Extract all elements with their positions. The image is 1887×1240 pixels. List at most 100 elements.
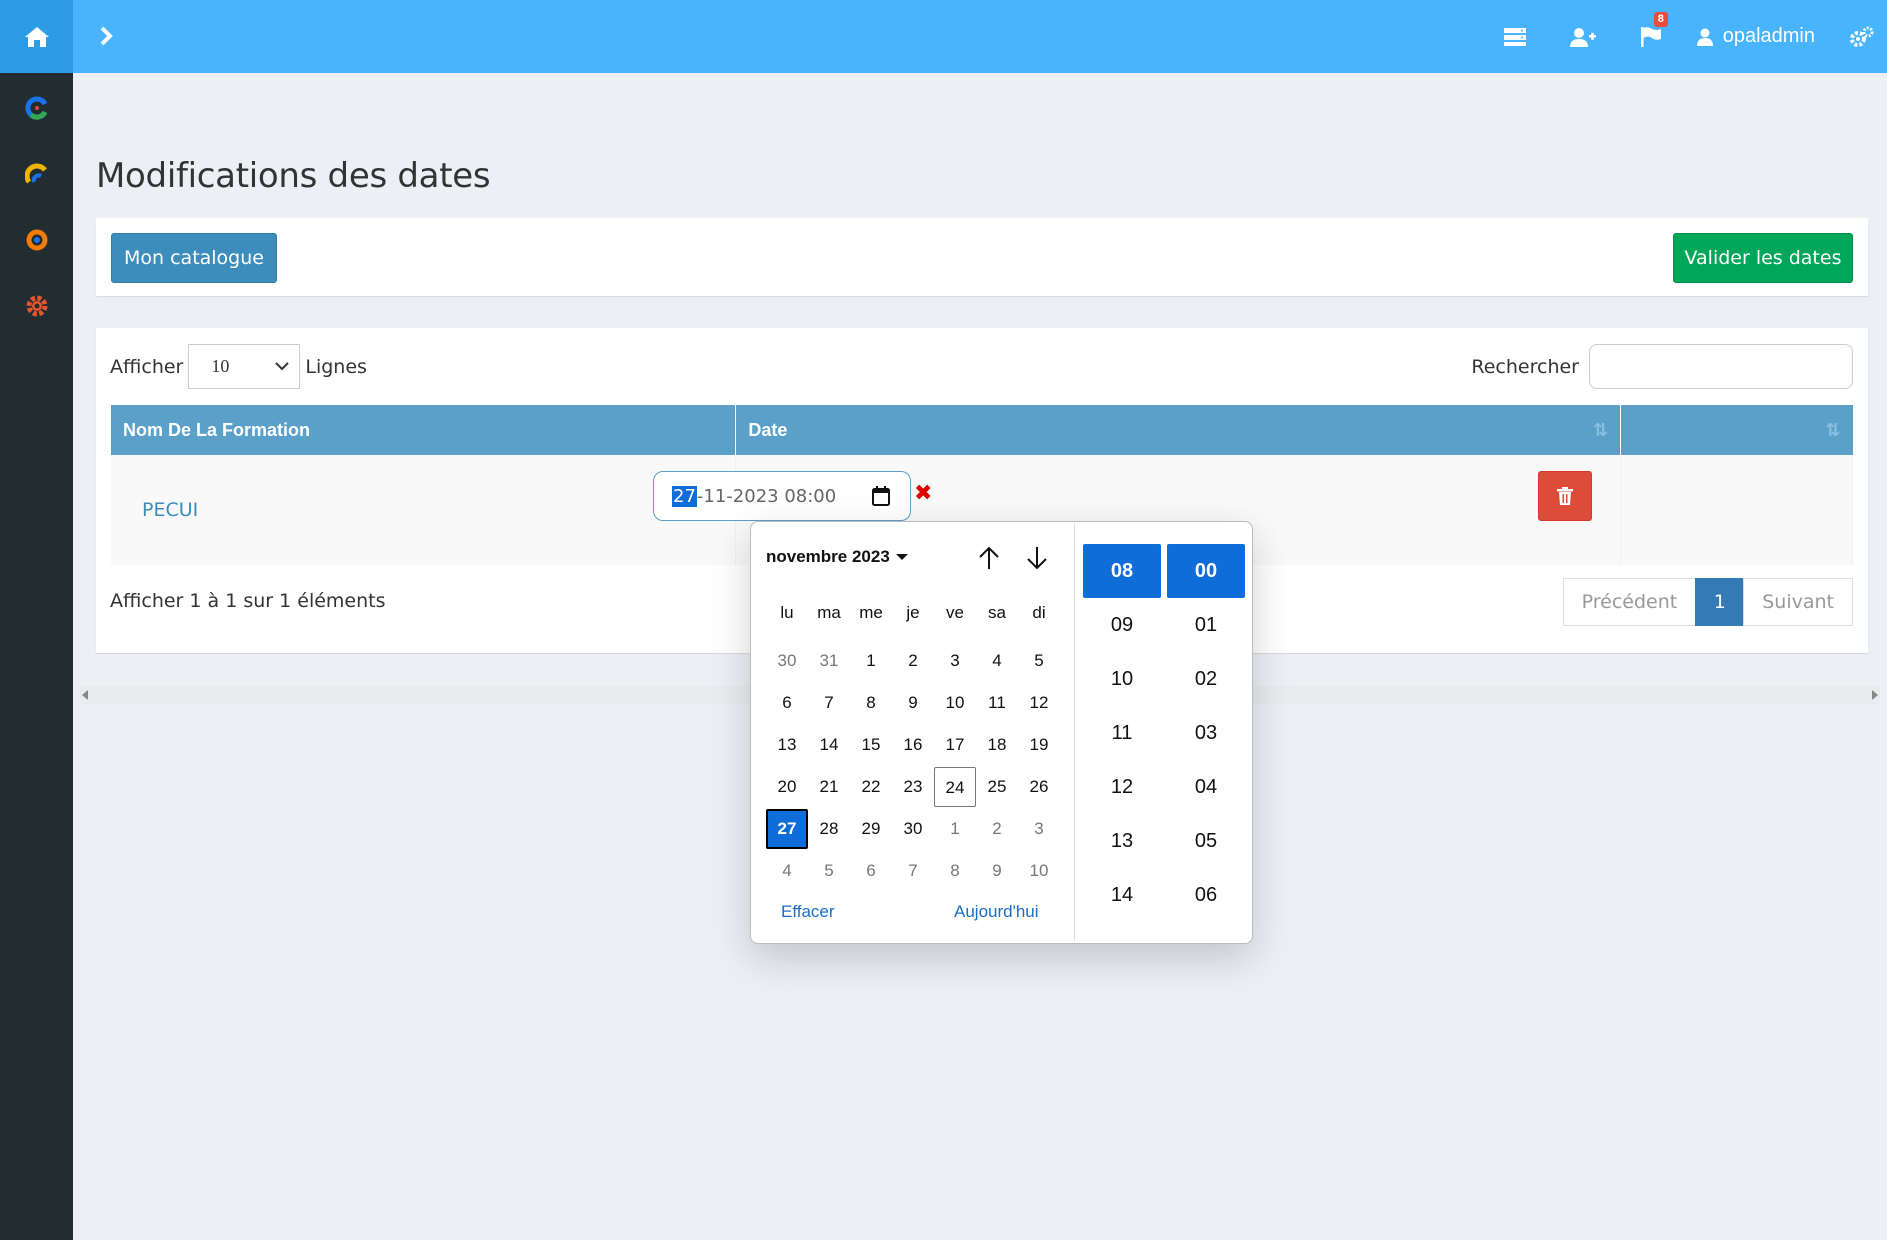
column-header-actions[interactable]: ⇅ bbox=[1620, 405, 1853, 455]
calendar-day[interactable]: 8 bbox=[934, 851, 976, 891]
server-button[interactable] bbox=[1481, 0, 1549, 73]
calendar-day[interactable]: 2 bbox=[976, 809, 1018, 849]
catalogue-button[interactable]: Mon catalogue bbox=[111, 233, 277, 283]
minute-option[interactable]: 04 bbox=[1167, 760, 1245, 814]
hour-option[interactable]: 09 bbox=[1083, 598, 1161, 652]
scroll-left-arrow-icon[interactable] bbox=[82, 690, 88, 700]
minute-option[interactable]: 06 bbox=[1167, 868, 1245, 922]
sidebar-item-app-arc[interactable] bbox=[0, 141, 73, 207]
arc-logo-icon bbox=[24, 163, 47, 184]
next-month-button[interactable] bbox=[1023, 544, 1051, 572]
calendar-day[interactable]: 12 bbox=[1018, 683, 1060, 723]
page-length-select[interactable]: 10 bbox=[188, 344, 301, 389]
calendar-day[interactable]: 19 bbox=[1018, 725, 1060, 765]
calendar-day[interactable]: 17 bbox=[934, 725, 976, 765]
add-user-button[interactable] bbox=[1549, 0, 1617, 73]
minute-option[interactable]: 00 bbox=[1167, 544, 1245, 598]
home-icon bbox=[24, 26, 49, 47]
calendar-day[interactable]: 28 bbox=[808, 809, 850, 849]
month-year-select[interactable]: novembre 2023 bbox=[766, 547, 908, 567]
calendar-day[interactable]: 10 bbox=[1018, 851, 1060, 891]
calendar-day[interactable]: 2 bbox=[892, 641, 934, 681]
page-1-button[interactable]: 1 bbox=[1695, 578, 1745, 626]
minute-list[interactable]: 00 01 02 03 04 05 06 bbox=[1167, 544, 1245, 922]
calendar-day[interactable]: 11 bbox=[976, 683, 1018, 723]
sidebar-item-settings[interactable] bbox=[0, 273, 73, 339]
calendar-day[interactable]: 16 bbox=[892, 725, 934, 765]
calendar-day[interactable]: 5 bbox=[1018, 641, 1060, 681]
calendar-day[interactable]: 24 bbox=[934, 767, 976, 807]
calendar-day[interactable]: 20 bbox=[766, 767, 808, 807]
delete-button[interactable] bbox=[1538, 471, 1592, 521]
hour-option[interactable]: 10 bbox=[1083, 652, 1161, 706]
calendar-day[interactable]: 21 bbox=[808, 767, 850, 807]
date-day-segment[interactable]: 27 bbox=[672, 485, 697, 507]
minute-option[interactable]: 02 bbox=[1167, 652, 1245, 706]
date-rest-segment[interactable]: -11-2023 08:00 bbox=[697, 486, 836, 507]
calendar-day[interactable]: 27 bbox=[766, 809, 808, 849]
calendar-day[interactable]: 7 bbox=[808, 683, 850, 723]
today-button[interactable]: Aujourd'hui bbox=[954, 902, 1039, 922]
scroll-right-arrow-icon[interactable] bbox=[1872, 690, 1878, 700]
caret-down-icon bbox=[895, 554, 908, 560]
calendar-day[interactable]: 5 bbox=[808, 851, 850, 891]
calendar-day[interactable]: 26 bbox=[1018, 767, 1060, 807]
calendar-day[interactable]: 4 bbox=[766, 851, 808, 891]
formation-link[interactable]: PECUI bbox=[142, 499, 198, 521]
sidebar-item-app-ring[interactable] bbox=[0, 207, 73, 273]
calendar-day[interactable]: 9 bbox=[976, 851, 1018, 891]
clear-button[interactable]: Effacer bbox=[781, 902, 835, 922]
calendar-day[interactable]: 10 bbox=[934, 683, 976, 723]
calendar-day[interactable]: 6 bbox=[766, 683, 808, 723]
calendar-day[interactable]: 30 bbox=[892, 809, 934, 849]
hour-option[interactable]: 12 bbox=[1083, 760, 1161, 814]
home-button[interactable] bbox=[0, 0, 73, 73]
calendar-day[interactable]: 22 bbox=[850, 767, 892, 807]
next-page-button[interactable]: Suivant bbox=[1743, 578, 1853, 626]
hour-list[interactable]: 08 09 10 11 12 13 14 bbox=[1083, 544, 1161, 922]
calendar-day[interactable]: 29 bbox=[850, 809, 892, 849]
calendar-day[interactable]: 9 bbox=[892, 683, 934, 723]
calendar-day[interactable]: 3 bbox=[1018, 809, 1060, 849]
hour-option[interactable]: 08 bbox=[1083, 544, 1161, 598]
calendar-day[interactable]: 14 bbox=[808, 725, 850, 765]
hour-option[interactable]: 13 bbox=[1083, 814, 1161, 868]
date-input[interactable]: 27 -11-2023 08:00 bbox=[653, 471, 911, 521]
calendar-day[interactable]: 25 bbox=[976, 767, 1018, 807]
calendar-day[interactable]: 7 bbox=[892, 851, 934, 891]
sidebar-toggle-button[interactable] bbox=[88, 18, 124, 54]
calendar-day[interactable]: 4 bbox=[976, 641, 1018, 681]
hour-option[interactable]: 11 bbox=[1083, 706, 1161, 760]
minute-option[interactable]: 01 bbox=[1167, 598, 1245, 652]
calendar-day[interactable]: 23 bbox=[892, 767, 934, 807]
minute-option[interactable]: 03 bbox=[1167, 706, 1245, 760]
calendar-day[interactable]: 3 bbox=[934, 641, 976, 681]
calendar-day[interactable]: 30 bbox=[766, 641, 808, 681]
column-header-date[interactable]: Date ⇅ bbox=[735, 405, 1622, 455]
validate-dates-button[interactable]: Valider les dates bbox=[1673, 233, 1853, 283]
calendar-day[interactable]: 15 bbox=[850, 725, 892, 765]
user-menu[interactable]: opaladmin bbox=[1685, 0, 1837, 73]
hour-option[interactable]: 14 bbox=[1083, 868, 1161, 922]
page-title: Modifications des dates bbox=[96, 156, 491, 196]
previous-month-button[interactable] bbox=[975, 544, 1003, 572]
calendar-day[interactable]: 31 bbox=[808, 641, 850, 681]
notifications-button[interactable]: 8 bbox=[1617, 0, 1685, 73]
calendar-day[interactable]: 6 bbox=[850, 851, 892, 891]
minute-option[interactable]: 05 bbox=[1167, 814, 1245, 868]
column-header-name[interactable]: Nom De La Formation bbox=[111, 405, 737, 455]
calendar-icon[interactable] bbox=[872, 486, 890, 506]
previous-page-button[interactable]: Précédent bbox=[1562, 578, 1697, 626]
clear-date-icon[interactable]: ✖ bbox=[914, 480, 932, 506]
calendar-day[interactable]: 8 bbox=[850, 683, 892, 723]
calendar-day[interactable]: 1 bbox=[850, 641, 892, 681]
calendar-day[interactable]: 18 bbox=[976, 725, 1018, 765]
calendar-day[interactable]: 1 bbox=[934, 809, 976, 849]
show-label: Afficher bbox=[110, 355, 184, 378]
settings-button[interactable] bbox=[1837, 0, 1887, 73]
sidebar-item-app-c[interactable] bbox=[0, 75, 73, 141]
calendar-day[interactable]: 13 bbox=[766, 725, 808, 765]
search-input[interactable] bbox=[1589, 344, 1853, 389]
weekday-label: di bbox=[1032, 603, 1046, 622]
sidebar bbox=[0, 73, 73, 1240]
